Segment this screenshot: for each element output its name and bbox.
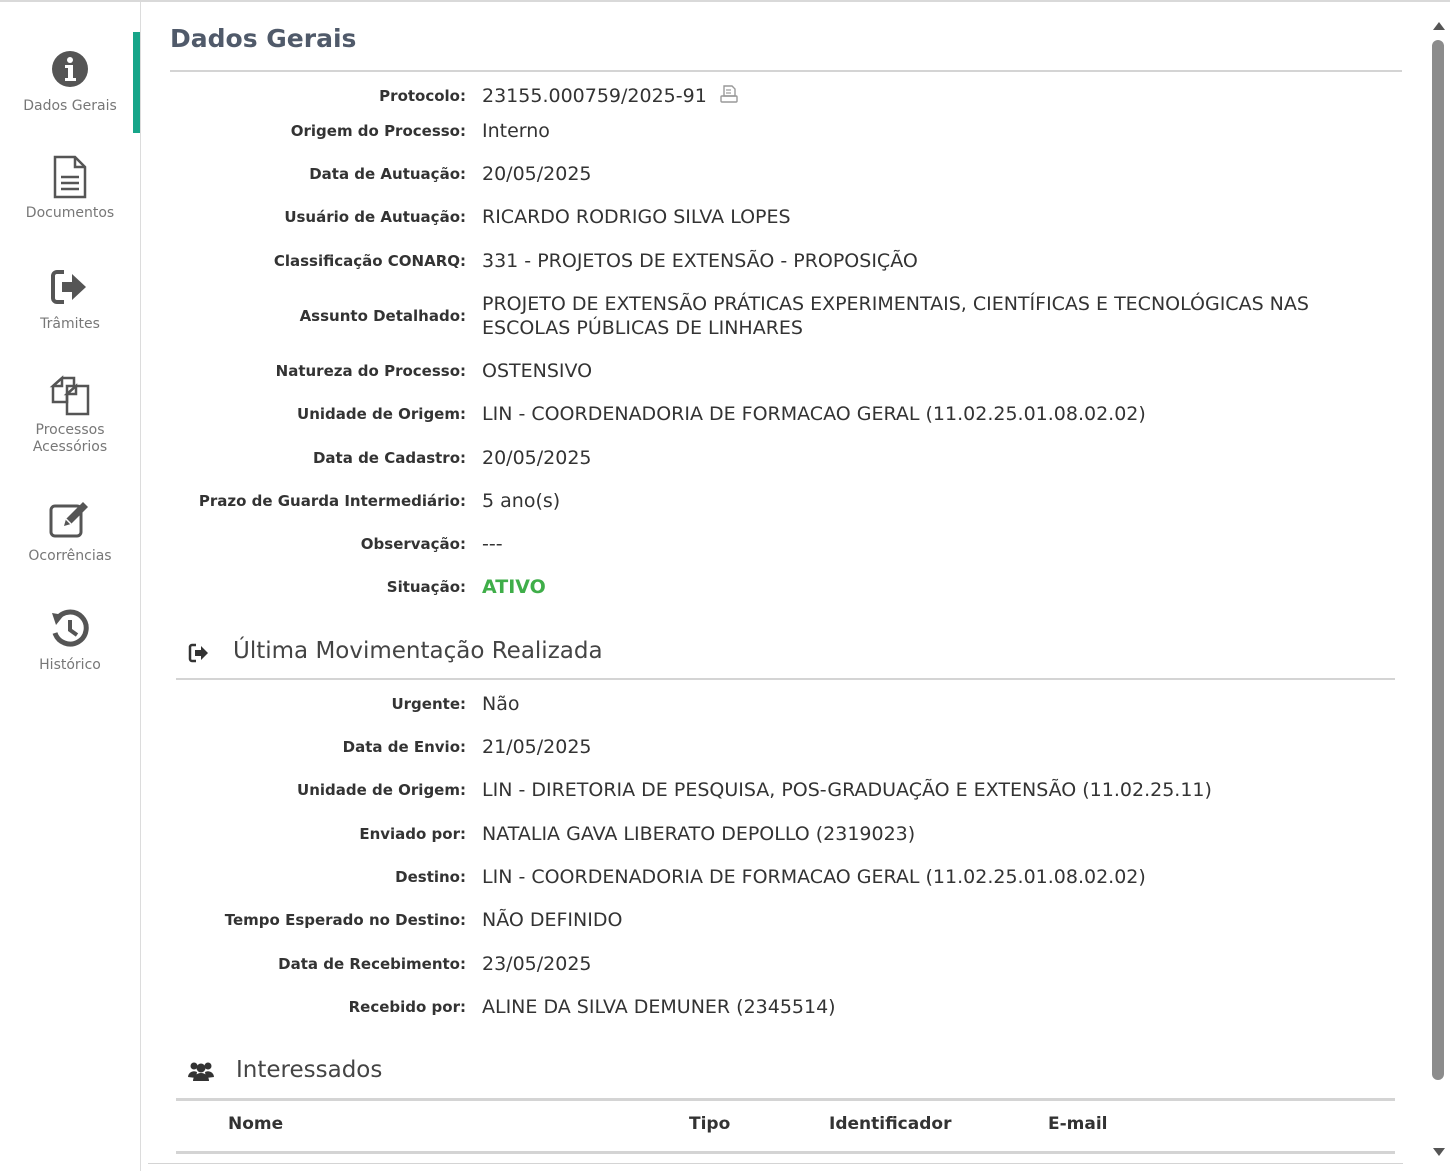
vertical-scrollbar[interactable] [1428,18,1450,1160]
field-value: 331 - PROJETOS DE EXTENSÃO - PROPOSIÇÃO [482,250,918,272]
field-label: Data de Cadastro: [312,449,466,467]
field-value: RICARDO RODRIGO SILVA LOPES [482,206,791,228]
field-label: Classificação CONARQ: [273,252,466,270]
field-label: Data de Envio: [342,738,466,756]
sidebar-label-line1: Processos [35,422,105,438]
page-title: Dados Gerais [170,24,357,53]
field-value: LIN - COORDENADORIA DE FORMACAO GERAL (1… [482,403,1146,425]
field-label: Unidade de Origem: [297,405,466,423]
column-header-tipo[interactable]: Tipo [689,1114,730,1134]
column-header-email[interactable]: E-mail [1048,1114,1108,1134]
history-icon [52,609,89,647]
field-value: LIN - COORDENADORIA DE FORMACAO GERAL (1… [482,866,1146,888]
field-label: Recebido por: [348,998,466,1016]
field-value: OSTENSIVO [482,360,593,382]
field-label: Observação: [360,535,466,553]
sidebar-item-dados-gerais[interactable]: Dados Gerais [0,32,140,133]
sidebar-label: Histórico [39,657,101,673]
sign-out-arrow-icon [188,643,208,663]
scroll-up-arrow-icon[interactable] [1433,22,1445,30]
sidebar-item-documentos[interactable]: Documentos [0,155,140,222]
sign-out-arrow-icon [51,270,86,304]
field-value: LIN - DIRETORIA DE PESQUISA, POS-GRADUAÇ… [482,779,1212,801]
field-label: Origem do Processo: [290,122,466,140]
print-icon[interactable] [719,84,739,104]
field-value: Interno [482,120,550,142]
top-border [0,0,1450,2]
field-value: NÃO DEFINIDO [482,909,623,931]
field-label: Urgente: [391,695,466,713]
field-value: Não [482,693,520,715]
sidebar-label: Dados Gerais [23,98,117,114]
interessados-table-header: Nome Tipo Identificador E-mail [176,1098,1395,1154]
scrollbar-thumb[interactable] [1432,40,1444,1080]
sidebar-item-ocorrencias[interactable]: Ocorrências [0,500,140,565]
sidebar-nav: Dados Gerais Documentos Trâmites Process… [0,2,141,1171]
status-value: ATIVO [482,576,546,598]
field-label: Prazo de Guarda Intermediário: [198,492,466,510]
divider [148,1163,1403,1164]
field-value: 21/05/2025 [482,736,592,758]
field-value: ALINE DA SILVA DEMUNER (2345514) [482,996,836,1018]
sidebar-item-tramites[interactable]: Trâmites [0,268,140,333]
field-value: 20/05/2025 [482,447,592,469]
field-label: Data de Recebimento: [278,955,466,973]
sidebar-label-line2: Acessórios [32,439,108,455]
protocolo-value: 23155.000759/2025-91 [482,85,707,107]
section-ultima-movimentacao: Última Movimentação Realizada [188,638,688,668]
users-icon [188,1062,214,1081]
field-value: --- [482,533,503,555]
field-value: 23/05/2025 [482,953,592,975]
section-interessados: Interessados [188,1057,588,1087]
sidebar-item-historico[interactable]: Histórico [0,609,140,674]
section-title: Última Movimentação Realizada [233,638,603,664]
field-value: 23155.000759/2025-91 [482,84,1382,108]
field-label: Enviado por: [359,825,466,843]
sidebar-label: Trâmites [40,316,100,332]
field-value: PROJETO DE EXTENSÃO PRÁTICAS EXPERIMENTA… [482,292,1392,340]
field-label: Tempo Esperado no Destino: [224,911,466,929]
document-icon [53,155,87,199]
sidebar-item-processos-acessorios[interactable]: Processos Acessórios [0,374,140,456]
field-value-line1: PROJETO DE EXTENSÃO PRÁTICAS EXPERIMENTA… [482,293,1309,315]
field-value-line2: ESCOLAS PÚBLICAS DE LINHARES [482,317,803,339]
field-label: Data de Autuação: [309,165,466,183]
copy-files-icon [49,375,90,416]
field-label: Protocolo: [379,87,466,105]
field-label: Usuário de Autuação: [284,208,466,226]
column-header-identificador[interactable]: Identificador [829,1114,951,1134]
sidebar-label: Documentos [25,205,115,221]
field-value: 5 ano(s) [482,490,561,512]
field-label: Assunto Detalhado: [299,307,466,325]
field-label: Natureza do Processo: [275,362,466,380]
column-header-nome[interactable]: Nome [228,1114,283,1134]
field-label: Destino: [395,868,466,886]
info-circle-icon [52,51,88,87]
field-value: NATALIA GAVA LIBERATO DEPOLLO (2319023) [482,823,916,845]
scroll-down-arrow-icon[interactable] [1433,1148,1445,1156]
section-title: Interessados [236,1057,383,1083]
divider [176,678,1395,680]
edit-pencil-icon [49,502,88,538]
sidebar-label: Ocorrências [28,548,112,564]
field-value: 20/05/2025 [482,163,592,185]
field-label: Unidade de Origem: [297,781,466,799]
field-label: Situação: [386,578,466,596]
divider [170,70,1402,72]
